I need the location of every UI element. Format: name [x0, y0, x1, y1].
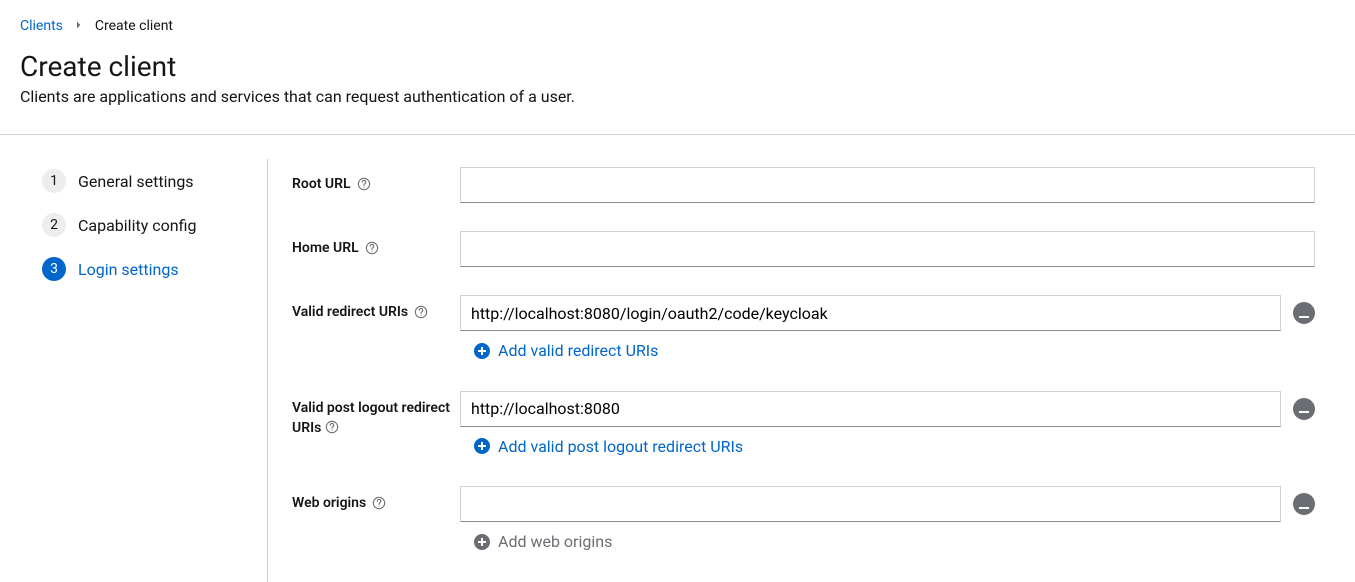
step-number-badge: 2	[42, 213, 66, 237]
wizard-step-capability-config[interactable]: 2 Capability config	[42, 203, 243, 247]
form-row-root-url: Root URL	[292, 167, 1315, 203]
post-logout-uri-input[interactable]	[460, 391, 1281, 427]
chevron-right-icon	[75, 21, 83, 32]
redirect-uri-input[interactable]	[460, 295, 1281, 331]
web-origin-input[interactable]	[460, 486, 1281, 522]
add-button-label: Add valid redirect URIs	[498, 341, 658, 360]
label-text: Valid redirect URIs	[292, 303, 408, 323]
help-icon[interactable]	[372, 496, 386, 510]
add-button-label: Add valid post logout redirect URIs	[498, 437, 743, 456]
step-number-badge: 3	[42, 257, 66, 281]
form-label: Valid redirect URIs	[292, 295, 460, 323]
add-redirect-uri-button[interactable]: Add valid redirect URIs	[474, 341, 658, 360]
breadcrumb-parent-link[interactable]: Clients	[20, 18, 63, 34]
step-number-badge: 1	[42, 169, 66, 193]
form-label: Web origins	[292, 486, 460, 514]
help-icon[interactable]	[357, 177, 371, 191]
label-text: Home URL	[292, 239, 359, 259]
remove-post-logout-uri-button[interactable]	[1293, 398, 1315, 420]
root-url-input[interactable]	[460, 167, 1315, 203]
minus-icon	[1299, 401, 1309, 416]
form-label: Root URL	[292, 167, 460, 195]
home-url-input[interactable]	[460, 231, 1315, 267]
plus-circle-icon	[474, 438, 490, 454]
form-row-post-logout-uris: Valid post logout redirect URIs	[292, 391, 1315, 459]
form-label: Home URL	[292, 231, 460, 259]
remove-redirect-uri-button[interactable]	[1293, 302, 1315, 324]
add-web-origin-button[interactable]: Add web origins	[474, 532, 612, 551]
form-label: Valid post logout redirect URIs	[292, 391, 460, 439]
form-row-web-origins: Web origins Add web origins	[292, 486, 1315, 554]
form-row-home-url: Home URL	[292, 231, 1315, 267]
step-label: Capability config	[78, 216, 196, 235]
wizard-content: 1 General settings 2 Capability config 3…	[0, 135, 1355, 582]
step-label: General settings	[78, 172, 194, 191]
page-title: Create client	[20, 50, 1335, 83]
help-icon[interactable]	[325, 420, 339, 434]
wizard-step-login-settings[interactable]: 3 Login settings	[42, 247, 243, 291]
wizard-step-general-settings[interactable]: 1 General settings	[42, 159, 243, 203]
step-label: Login settings	[78, 260, 179, 279]
label-text: Web origins	[292, 494, 366, 514]
minus-icon	[1299, 497, 1309, 512]
plus-circle-icon	[474, 534, 490, 550]
remove-web-origin-button[interactable]	[1293, 493, 1315, 515]
add-button-label: Add web origins	[498, 532, 612, 551]
wizard-nav: 1 General settings 2 Capability config 3…	[0, 159, 268, 582]
form-area: Root URL Home URL	[268, 159, 1355, 582]
page-header: Create client Clients are applications a…	[0, 34, 1355, 134]
plus-circle-icon	[474, 343, 490, 359]
help-icon[interactable]	[365, 241, 379, 255]
minus-icon	[1299, 306, 1309, 321]
page-description: Clients are applications and services th…	[20, 87, 1335, 106]
form-row-redirect-uris: Valid redirect URIs Add valid redirect	[292, 295, 1315, 363]
label-text: Root URL	[292, 175, 351, 195]
label-text: Valid post logout redirect URIs	[292, 400, 450, 437]
breadcrumb: Clients Create client	[0, 0, 1355, 34]
help-icon[interactable]	[414, 305, 428, 319]
breadcrumb-current: Create client	[95, 18, 173, 34]
add-post-logout-uri-button[interactable]: Add valid post logout redirect URIs	[474, 437, 743, 456]
